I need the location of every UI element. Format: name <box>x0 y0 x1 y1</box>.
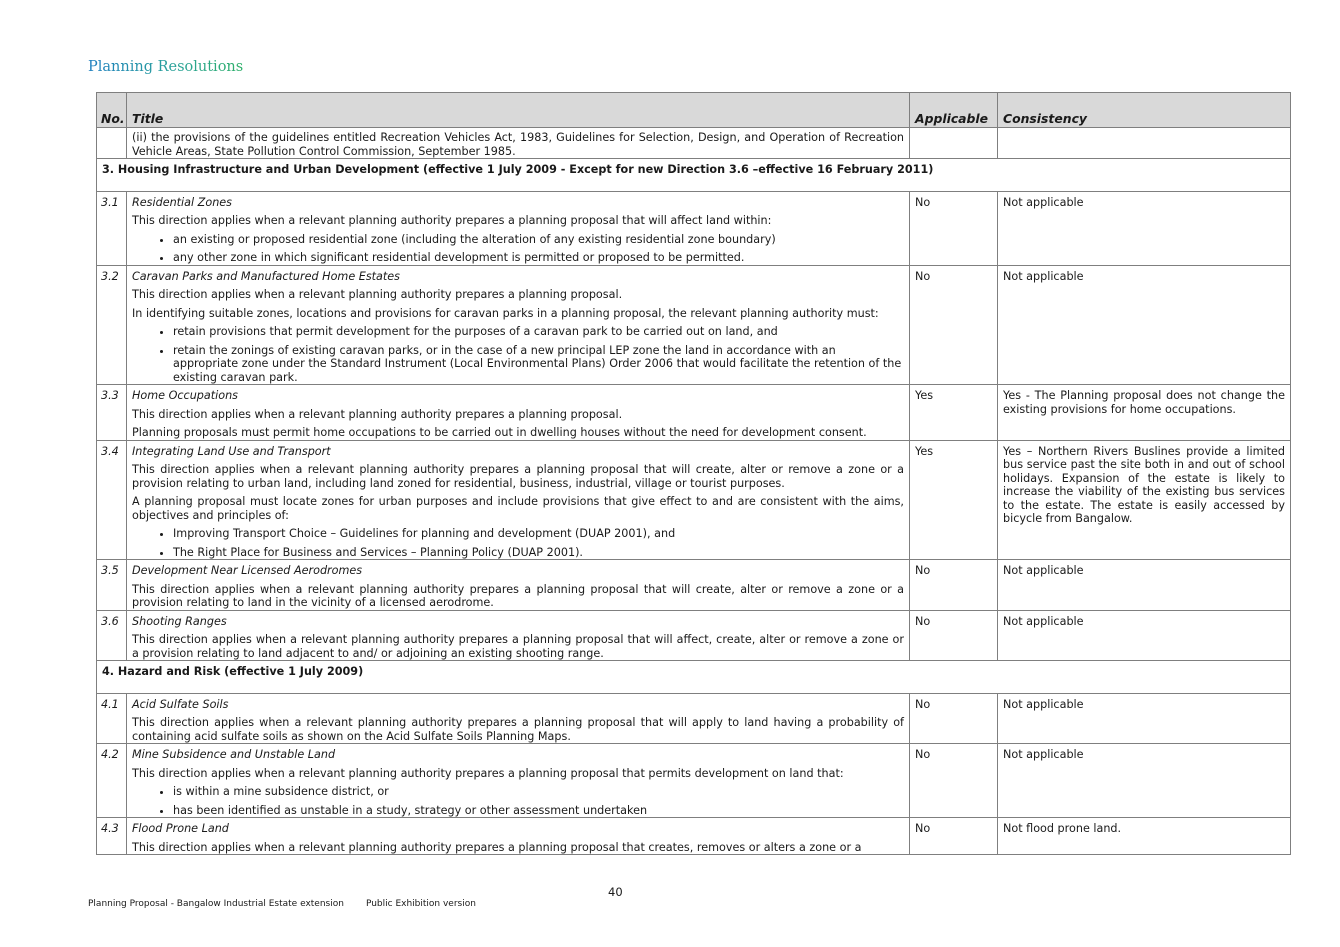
applicable-value: No <box>909 692 998 744</box>
table-row: 3.3 Home Occupations This direction appl… <box>96 384 1291 441</box>
section-row: 4. Hazard and Risk (effective 1 July 200… <box>96 660 1291 694</box>
direction-text: This direction applies when a relevant p… <box>132 463 904 490</box>
column-header-title: Title <box>126 92 910 128</box>
table-row: 3.6 Shooting Ranges This direction appli… <box>96 609 1291 661</box>
section-row: 3. Housing Infrastructure and Urban Deve… <box>96 158 1291 192</box>
direction-number: 3.2 <box>96 264 127 385</box>
table-row: 3.2 Caravan Parks and Manufactured Home … <box>96 264 1291 385</box>
table-row: 3.1 Residential Zones This direction app… <box>96 190 1291 266</box>
direction-text: This direction applies when a relevant p… <box>132 766 844 780</box>
list-item: an existing or proposed residential zone… <box>173 233 904 247</box>
consistency-value: Not applicable <box>997 264 1291 385</box>
column-header-applicable: Applicable <box>909 92 998 128</box>
consistency-value: Not applicable <box>997 559 1291 611</box>
direction-number: 3.1 <box>96 190 127 266</box>
direction-text: This direction applies when a relevant p… <box>132 288 623 301</box>
table-row: 4.2 Mine Subsidence and Unstable Land Th… <box>96 743 1291 818</box>
direction-title: Flood Prone Land <box>132 822 229 835</box>
direction-text: This direction applies when a relevant p… <box>132 633 904 660</box>
list-item: The Right Place for Business and Service… <box>173 546 904 560</box>
applicable-value: No <box>909 817 998 855</box>
direction-number: 4.2 <box>96 743 127 818</box>
table-row: 3.5 Development Near Licensed Aerodromes… <box>96 559 1291 611</box>
table-row: 4.3 Flood Prone Land This direction appl… <box>96 817 1291 855</box>
applicable-value: No <box>909 264 998 385</box>
list-item: has been identified as unstable in a stu… <box>173 804 904 818</box>
list-item: any other zone in which significant resi… <box>173 251 904 265</box>
direction-title: Acid Sulfate Soils <box>132 697 229 711</box>
consistency-value: Not applicable <box>997 190 1291 266</box>
table-header-row: No. Title Applicable Consistency <box>96 92 1291 128</box>
bullet-list: Improving Transport Choice – Guidelines … <box>132 527 904 559</box>
section-heading-4: 4. Hazard and Risk (effective 1 July 200… <box>96 660 1291 694</box>
list-item: retain the zonings of existing caravan p… <box>173 344 904 385</box>
bullet-list: retain provisions that permit developmen… <box>132 325 904 384</box>
direction-title: Shooting Ranges <box>132 614 227 628</box>
consistency-value: Yes – Northern Rivers Buslines provide a… <box>997 439 1291 560</box>
list-item: Improving Transport Choice – Guidelines … <box>173 527 904 541</box>
table-row: 4.1 Acid Sulfate Soils This direction ap… <box>96 692 1291 744</box>
applicable-value: Yes <box>909 439 998 560</box>
direction-number: 3.4 <box>96 439 127 560</box>
consistency-value: Not flood prone land. <box>997 817 1291 855</box>
direction-title: Development Near Licensed Aerodromes <box>132 564 363 577</box>
direction-number: 4.3 <box>96 817 127 855</box>
direction-text: In identifying suitable zones, locations… <box>132 306 879 320</box>
consistency-value: Not applicable <box>997 692 1291 744</box>
planning-resolutions-table: No. Title Applicable Consistency (ii) th… <box>96 92 1291 855</box>
applicable-value: No <box>909 190 998 266</box>
direction-title: Caravan Parks and Manufactured Home Esta… <box>132 269 400 283</box>
column-header-no: No. <box>96 92 127 128</box>
direction-title: Mine Subsidence and Unstable Land <box>132 748 336 761</box>
direction-number: 4.1 <box>96 692 127 744</box>
section-heading-3: 3. Housing Infrastructure and Urban Deve… <box>96 158 1291 192</box>
applicable-value: Yes <box>909 384 998 441</box>
direction-text: This direction applies when a relevant p… <box>132 716 904 743</box>
direction-number: 3.5 <box>96 559 127 611</box>
consistency-value: Yes - The Planning proposal does not cha… <box>997 384 1291 441</box>
page-footer: Planning Proposal - Bangalow Industrial … <box>88 899 476 909</box>
table-row: 3.4 Integrating Land Use and Transport T… <box>96 439 1291 560</box>
applicable-value: No <box>909 609 998 661</box>
direction-text: Planning proposals must permit home occu… <box>132 426 867 439</box>
direction-text: This direction applies when a relevant p… <box>132 214 772 227</box>
applicable-value: No <box>909 743 998 818</box>
list-item: is within a mine subsidence district, or <box>173 785 904 799</box>
list-item: retain provisions that permit developmen… <box>173 325 904 339</box>
direction-title: Integrating Land Use and Transport <box>132 444 331 458</box>
continuation-text: (ii) the provisions of the guidelines en… <box>132 131 904 158</box>
direction-text: A planning proposal must locate zones fo… <box>132 495 904 522</box>
page-heading: Planning Resolutions <box>88 59 244 75</box>
bullet-list: is within a mine subsidence district, or… <box>132 785 904 817</box>
footer-document-title: Planning Proposal - Bangalow Industrial … <box>88 899 344 909</box>
direction-text: This direction applies when a relevant p… <box>132 582 904 610</box>
page-number: 40 <box>608 885 623 899</box>
direction-title: Home Occupations <box>132 389 239 402</box>
footer-version: Public Exhibition version <box>365 899 476 909</box>
direction-text: This direction applies when a relevant p… <box>132 407 623 421</box>
column-header-consistency: Consistency <box>997 92 1291 128</box>
direction-title: Residential Zones <box>132 195 232 209</box>
consistency-value: Not applicable <box>997 743 1291 818</box>
consistency-value: Not applicable <box>997 609 1291 661</box>
bullet-list: an existing or proposed residential zone… <box>132 233 904 265</box>
applicable-value: No <box>909 559 998 611</box>
table-row: (ii) the provisions of the guidelines en… <box>96 127 1291 159</box>
direction-number: 3.6 <box>96 609 127 661</box>
direction-text: This direction applies when a relevant p… <box>132 840 862 854</box>
direction-number: 3.3 <box>96 384 127 441</box>
